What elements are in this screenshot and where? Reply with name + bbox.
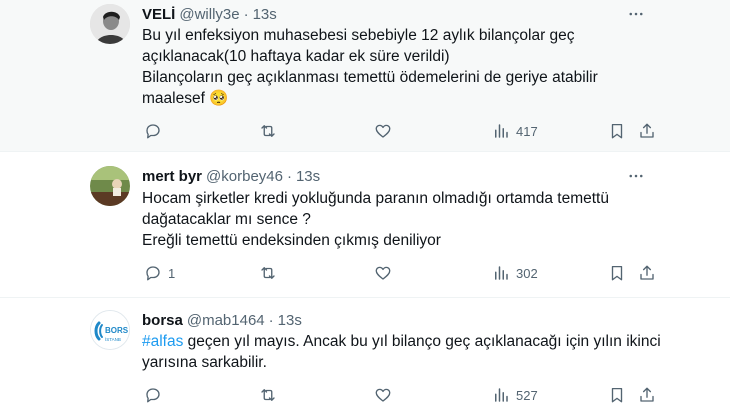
user-handle[interactable]: @mab1464 <box>187 312 265 329</box>
tweet-text-line: Ereğli temettü endeksinden çıkmış denili… <box>142 232 441 249</box>
like-button[interactable] <box>374 263 398 283</box>
avatar[interactable] <box>90 4 130 44</box>
bookmark-icon <box>611 387 623 403</box>
tweet-text-line: #alfas geçen yıl mayıs. Ancak bu yıl bil… <box>142 331 662 352</box>
tweet-text-line: dağatacaklar mı sence ? <box>142 211 311 228</box>
more-button[interactable] <box>626 166 646 186</box>
tweet-header: VELİ @willy3e · 13s <box>142 4 277 24</box>
avatar[interactable]: BORS İSTANB <box>90 310 130 350</box>
hashtag-link[interactable]: #alfas <box>142 333 183 350</box>
bookmark-button[interactable] <box>608 121 626 141</box>
separator-dot: · <box>268 311 274 329</box>
avatar[interactable] <box>90 166 130 206</box>
like-icon <box>375 124 391 138</box>
tweet[interactable]: VELİ @willy3e · 13s Bu yıl enfeksiyon mu… <box>0 0 730 152</box>
tweet[interactable]: BORS İSTANB borsa @mab1464 · 13s #alfas … <box>0 298 730 420</box>
tweet-header: mert byr @korbey46 · 13s <box>142 166 320 186</box>
separator-dot: · <box>286 167 292 185</box>
like-icon <box>375 266 391 280</box>
tweet-header: borsa @mab1464 · 13s <box>142 310 302 330</box>
bookmark-button[interactable] <box>608 263 626 283</box>
tweet-text-line: yarısına sarkabilir. <box>142 354 267 371</box>
action-bar: 1 302 <box>142 263 662 283</box>
tweet-text-segment: geçen yıl mayıs. Ancak bu yıl bilanço ge… <box>183 333 661 350</box>
reply-button[interactable] <box>144 121 168 141</box>
action-bar: 417 <box>142 121 662 141</box>
share-icon <box>640 123 654 138</box>
views-count: 417 <box>516 123 538 139</box>
reply-icon <box>146 266 160 281</box>
tweet-text-line: Bilançoların geç açıklanması temettü öde… <box>142 69 598 86</box>
reply-button[interactable]: 1 <box>144 263 175 283</box>
retweet-button[interactable] <box>259 385 283 405</box>
tweet-text-line: Bu yıl enfeksiyon muhasebesi sebebiyle 1… <box>142 27 575 44</box>
svg-text:İSTANB: İSTANB <box>105 336 121 342</box>
reply-count: 1 <box>168 265 176 281</box>
share-button[interactable] <box>638 385 656 405</box>
timestamp[interactable]: 13s <box>296 168 320 185</box>
avatar-photo <box>90 166 130 206</box>
timestamp[interactable]: 13s <box>278 312 302 329</box>
like-button[interactable] <box>374 121 398 141</box>
display-name[interactable]: VELİ <box>142 6 175 23</box>
views-icon <box>495 266 508 280</box>
reply-icon <box>146 124 160 139</box>
bookmark-icon <box>611 123 623 139</box>
bookmark-icon <box>611 265 623 281</box>
action-bar: 527 <box>142 385 662 405</box>
tweet-text-line: açıklanacak(10 haftaya kadar ek süre ver… <box>142 48 450 65</box>
svg-text:BORS: BORS <box>105 326 129 335</box>
retweet-icon <box>261 389 275 401</box>
views-count: 527 <box>516 387 538 403</box>
tweet[interactable]: mert byr @korbey46 · 13s Hocam şirketler… <box>0 152 730 298</box>
avatar-logo: BORS İSTANB <box>91 311 129 349</box>
views-button[interactable]: 417 <box>492 121 538 141</box>
avatar-photo <box>90 4 130 44</box>
more-icon <box>629 174 643 178</box>
retweet-button[interactable] <box>259 263 283 283</box>
retweet-icon <box>261 267 275 279</box>
retweet-button[interactable] <box>259 121 283 141</box>
share-button[interactable] <box>638 263 656 283</box>
separator-dot: · <box>243 5 249 23</box>
timestamp[interactable]: 13s <box>253 6 277 23</box>
like-button[interactable] <box>374 385 398 405</box>
tweet-text: #alfas geçen yıl mayıs. Ancak bu yıl bil… <box>142 331 662 373</box>
retweet-icon <box>261 125 275 137</box>
tweet-text-line: maalesef 🥺 <box>142 90 229 107</box>
more-button[interactable] <box>626 4 646 24</box>
views-count: 302 <box>516 265 538 281</box>
bookmark-button[interactable] <box>608 385 626 405</box>
share-icon <box>640 265 654 280</box>
more-icon <box>629 12 643 16</box>
reply-icon <box>146 388 160 403</box>
share-icon <box>640 387 654 402</box>
tweet-text: Bu yıl enfeksiyon muhasebesi sebebiyle 1… <box>142 25 662 109</box>
views-icon <box>495 124 508 138</box>
like-icon <box>375 388 391 402</box>
tweet-text: Hocam şirketler kredi yokluğunda paranın… <box>142 188 662 251</box>
views-button[interactable]: 527 <box>492 385 538 405</box>
views-button[interactable]: 302 <box>492 263 538 283</box>
share-button[interactable] <box>638 121 656 141</box>
views-icon <box>495 388 508 402</box>
tweet-text-line: Hocam şirketler kredi yokluğunda paranın… <box>142 190 609 207</box>
reply-button[interactable] <box>144 385 168 405</box>
user-handle[interactable]: @korbey46 <box>206 168 283 185</box>
display-name[interactable]: mert byr <box>142 168 202 185</box>
display-name[interactable]: borsa <box>142 312 183 329</box>
user-handle[interactable]: @willy3e <box>179 6 239 23</box>
